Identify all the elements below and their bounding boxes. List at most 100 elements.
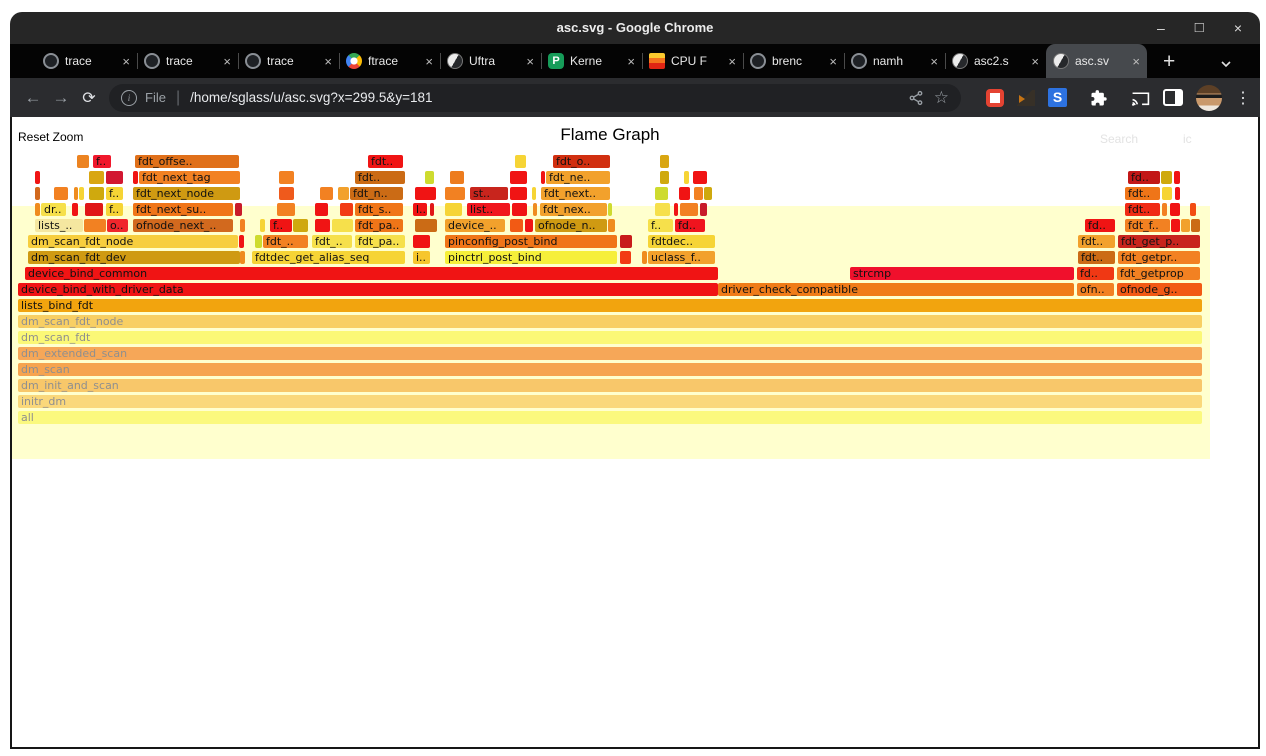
flame-frame[interactable]	[235, 203, 242, 216]
flame-frame[interactable]	[332, 219, 353, 232]
s-extension-icon[interactable]: S	[1048, 88, 1067, 107]
flame-frame-all[interactable]: all	[18, 411, 1202, 424]
hidden-extension-icon[interactable]	[1017, 90, 1035, 106]
flame-frame-f..[interactable]: f..	[106, 203, 123, 216]
flame-frame[interactable]	[655, 203, 670, 216]
flame-frame[interactable]	[680, 203, 698, 216]
tab-asc2.s[interactable]: asc2.s×	[945, 44, 1046, 78]
flame-frame[interactable]	[54, 187, 68, 200]
tab-namh[interactable]: namh×	[844, 44, 945, 78]
flame-frame[interactable]	[315, 203, 328, 216]
flame-frame-ofn..[interactable]: ofn..	[1077, 283, 1114, 296]
flame-frame[interactable]	[525, 219, 533, 232]
flame-frame-ofnode_g..[interactable]: ofnode_g..	[1117, 283, 1202, 296]
flame-frame-dr..[interactable]: dr..	[41, 203, 66, 216]
flame-frame[interactable]	[74, 187, 78, 200]
flame-frame[interactable]	[277, 203, 295, 216]
flame-frame-fdt..[interactable]: fdt..	[368, 155, 403, 168]
flame-frame[interactable]	[510, 219, 523, 232]
flame-frame-uclass_f..[interactable]: uclass_f..	[648, 251, 715, 264]
flame-frame[interactable]	[450, 171, 464, 184]
tab-close-icon[interactable]: ×	[223, 54, 231, 69]
flame-frame[interactable]	[320, 187, 333, 200]
flame-frame-fdt_nex..[interactable]: fdt_nex..	[540, 203, 607, 216]
split-screen-icon[interactable]	[1163, 89, 1183, 106]
flame-frame-fdt_s..[interactable]: fdt_s..	[355, 203, 403, 216]
flame-frame-device_bind_with_driver_data[interactable]: device_bind_with_driver_data	[18, 283, 718, 296]
tab-close-icon[interactable]: ×	[425, 54, 433, 69]
forward-button[interactable]: →	[47, 88, 75, 108]
flame-frame[interactable]	[512, 203, 527, 216]
flame-frame[interactable]	[239, 235, 244, 248]
flame-frame-fdt_n..[interactable]: fdt_n..	[350, 187, 403, 200]
flame-frame-dm_scan_fdt_node[interactable]: dm_scan_fdt_node	[28, 235, 238, 248]
flame-frame[interactable]	[77, 155, 89, 168]
close-button[interactable]: ×	[1234, 21, 1242, 35]
flame-frame-ofnode_n..[interactable]: ofnode_n..	[535, 219, 607, 232]
flame-frame-dm_init_and_scan[interactable]: dm_init_and_scan	[18, 379, 1202, 392]
flame-frame[interactable]	[515, 155, 526, 168]
flame-frame-l..[interactable]: l..	[413, 203, 427, 216]
tab-close-icon[interactable]: ×	[526, 54, 534, 69]
reload-button[interactable]: ⟳	[75, 88, 103, 108]
search-button[interactable]: Search	[1100, 132, 1138, 146]
flame-frame-fdt_get_p..[interactable]: fdt_get_p..	[1118, 235, 1200, 248]
flame-frame[interactable]	[89, 171, 104, 184]
flame-frame[interactable]	[35, 171, 40, 184]
flame-frame[interactable]	[279, 171, 294, 184]
flame-frame[interactable]	[660, 171, 669, 184]
flame-frame-fdt..[interactable]: fdt..	[1078, 251, 1115, 264]
minimize-button[interactable]: –	[1157, 21, 1165, 35]
flame-frame-strcmp[interactable]: strcmp	[850, 267, 1074, 280]
flame-frame[interactable]	[1161, 171, 1172, 184]
flame-frame-fdt_..[interactable]: fdt_..	[263, 235, 308, 248]
flame-frame-dm_scan[interactable]: dm_scan	[18, 363, 1202, 376]
profile-avatar[interactable]	[1196, 85, 1222, 111]
flame-frame-fd..[interactable]: fd..	[1077, 267, 1114, 280]
flame-frame[interactable]	[133, 171, 138, 184]
flame-frame-i..[interactable]: i..	[413, 251, 430, 264]
cast-icon[interactable]	[1131, 90, 1150, 106]
flame-frame[interactable]	[1170, 203, 1180, 216]
flame-frame[interactable]	[415, 219, 437, 232]
flame-frame-fdt_next..[interactable]: fdt_next..	[541, 187, 610, 200]
flame-frame-fd..[interactable]: fd..	[1128, 171, 1160, 184]
flame-frame-device_bind_common[interactable]: device_bind_common	[25, 267, 718, 280]
flame-frame[interactable]	[415, 187, 436, 200]
flame-frame[interactable]	[79, 187, 84, 200]
flame-frame-o..[interactable]: o..	[107, 219, 128, 232]
flame-frame-fdt_f..[interactable]: fdt_f..	[1125, 219, 1170, 232]
ignore-case-button[interactable]: ic	[1183, 132, 1192, 146]
tab-close-icon[interactable]: ×	[122, 54, 130, 69]
flame-frame-f..[interactable]: f..	[106, 187, 123, 200]
url-bar[interactable]: i File | /home/sglass/u/asc.svg?x=299.5&…	[109, 84, 961, 112]
flame-frame[interactable]	[445, 203, 462, 216]
flame-frame[interactable]	[260, 219, 265, 232]
tab-trace[interactable]: trace×	[36, 44, 137, 78]
flame-frame-pinconfig_post_bind[interactable]: pinconfig_post_bind	[445, 235, 617, 248]
flame-frame[interactable]	[430, 203, 434, 216]
flame-frame[interactable]	[693, 171, 707, 184]
flame-frame[interactable]	[1171, 219, 1180, 232]
flame-frame[interactable]	[315, 219, 330, 232]
flame-frame[interactable]	[240, 219, 245, 232]
page-info-icon[interactable]: i	[121, 90, 137, 106]
tab-trace[interactable]: trace×	[137, 44, 238, 78]
flame-frame[interactable]	[608, 219, 615, 232]
extensions-puzzle-icon[interactable]	[1090, 89, 1108, 107]
flame-frame-f..[interactable]: f..	[270, 219, 292, 232]
flame-frame-fdt_next_su..[interactable]: fdt_next_su..	[133, 203, 233, 216]
flame-frame-fdt_pa..[interactable]: fdt_pa..	[355, 219, 403, 232]
flame-frame-fdt..[interactable]: fdt..	[1078, 235, 1115, 248]
flame-frame-fd..[interactable]: fd..	[675, 219, 705, 232]
flame-frame[interactable]	[340, 203, 353, 216]
flame-frame[interactable]	[510, 187, 527, 200]
flame-frame-lists_..[interactable]: lists_..	[35, 219, 83, 232]
flame-frame-fdt..[interactable]: fdt..	[1125, 203, 1160, 216]
flame-frame[interactable]	[84, 219, 106, 232]
flame-frame-dm_extended_scan[interactable]: dm_extended_scan	[18, 347, 1202, 360]
flame-frame[interactable]	[1175, 187, 1180, 200]
flame-frame[interactable]	[510, 171, 527, 184]
flame-frame[interactable]	[541, 171, 545, 184]
flame-frame[interactable]	[425, 171, 434, 184]
